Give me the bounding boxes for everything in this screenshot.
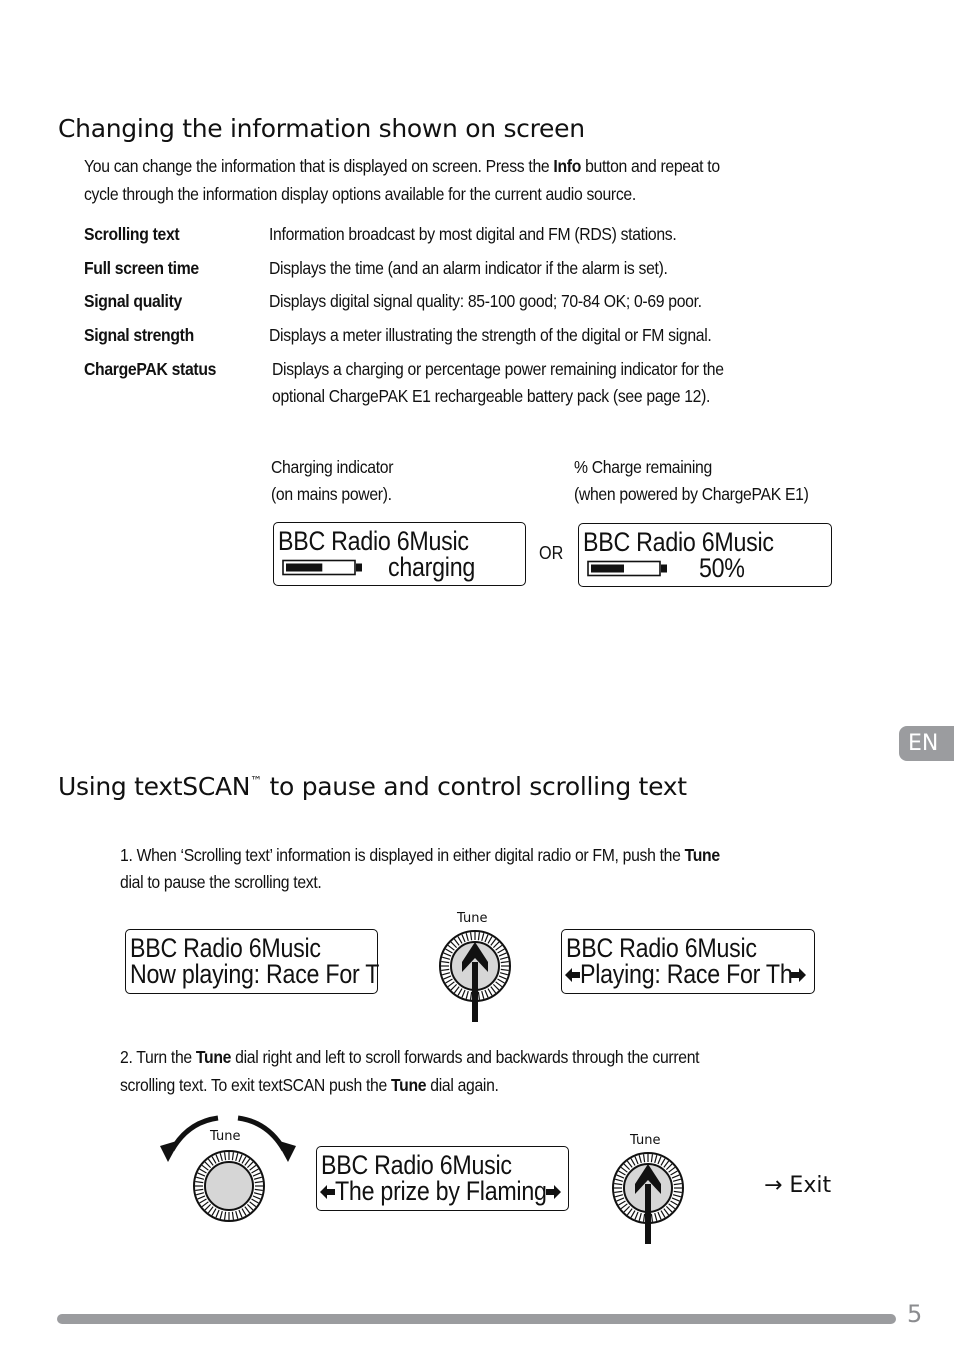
- info-button-ref: Info: [553, 156, 582, 176]
- lcd-line-2: The prize by Flaming: [335, 1176, 547, 1206]
- charging-caption-1: Charging indicator: [271, 457, 394, 477]
- option-desc-full-screen-time: Displays the time (and an alarm indicato…: [269, 258, 668, 278]
- lcd-line-1: BBC Radio 6Music: [583, 527, 774, 557]
- section-title-textscan: Using textSCAN™ to pause and control scr…: [58, 772, 687, 801]
- option-term-chargepak-status: ChargePAK status: [84, 359, 217, 379]
- scroll-right-arrow-icon: [546, 1185, 561, 1199]
- battery-icon: [587, 560, 667, 577]
- option-desc-signal-strength: Displays a meter illustrating the streng…: [269, 325, 712, 345]
- language-tab-en: EN: [899, 726, 954, 761]
- step-text: 2. Turn the: [120, 1047, 196, 1067]
- lcd-display-textscan: BBC Radio 6Music The prize by Flaming: [316, 1146, 569, 1211]
- tune-dial-push-icon: [439, 930, 511, 1022]
- option-term-signal-quality: Signal quality: [84, 291, 182, 311]
- battery-icon: [282, 559, 362, 576]
- lcd-display-scrolling: BBC Radio 6Music Now playing: Race For T: [125, 929, 380, 994]
- trademark-symbol: ™: [250, 774, 262, 788]
- intro-text-cont: button and repeat to: [581, 156, 720, 176]
- option-term-full-screen-time: Full screen time: [84, 258, 199, 278]
- option-desc-chargepak-status-2: optional ChargePAK E1 rechargeable batte…: [272, 386, 711, 406]
- option-desc-scrolling-text: Information broadcast by most digital an…: [269, 224, 677, 244]
- charging-caption-2: (on mains power).: [271, 484, 392, 504]
- battery-level-fill: [286, 563, 323, 572]
- or-label: OR: [539, 543, 564, 563]
- lcd-display-charging: BBC Radio 6Music charging: [273, 522, 526, 586]
- option-desc-signal-quality: Displays digital signal quality: 85-100 …: [269, 291, 702, 311]
- lcd-display-paused: BBC Radio 6Music Playing: Race For Th: [561, 929, 815, 994]
- remaining-caption-1: % Charge remaining: [574, 457, 712, 477]
- lcd-line-1: BBC Radio 6Music: [566, 933, 757, 963]
- lcd-line-2-charging: charging: [388, 552, 476, 582]
- lcd-line-1: BBC Radio 6Music: [278, 526, 469, 556]
- tune-label: Tune: [457, 911, 488, 926]
- lcd-display-percent: BBC Radio 6Music 50%: [578, 523, 832, 587]
- tune-label: Tune: [630, 1133, 661, 1148]
- intro-line-1: You can change the information that is d…: [84, 152, 720, 180]
- tune-ref: Tune: [390, 1075, 427, 1095]
- step-text: 1. When ‘Scrolling text’ information is …: [120, 845, 685, 865]
- tune-ref: Tune: [195, 1047, 232, 1067]
- tune-ref: Tune: [684, 845, 721, 865]
- option-term-signal-strength: Signal strength: [84, 325, 194, 345]
- exit-label: → Exit: [764, 1173, 832, 1198]
- lcd-line-2: Now playing: Race For T: [130, 959, 380, 989]
- intro-line-2: cycle through the information display op…: [84, 184, 636, 204]
- option-term-scrolling-text: Scrolling text: [84, 224, 180, 244]
- scroll-left-arrow-icon: [320, 1185, 335, 1199]
- intro-text: You can change the information that is d…: [84, 156, 554, 176]
- tune-dial-push-icon: [612, 1152, 684, 1244]
- section-title-changing-info: Changing the information shown on screen: [58, 114, 585, 143]
- lcd-line-1: BBC Radio 6Music: [321, 1150, 512, 1180]
- step-2-line-1: 2. Turn the Tune dial right and left to …: [120, 1043, 700, 1071]
- title-part: Using textSCAN: [58, 772, 251, 801]
- step-text: dial again.: [426, 1075, 499, 1095]
- lcd-line-2-percent: 50%: [699, 553, 745, 583]
- option-desc-chargepak-status: Displays a charging or percentage power …: [272, 359, 724, 379]
- push-arrow-shaft: [472, 962, 478, 1022]
- lcd-line-1: BBC Radio 6Music: [130, 933, 321, 963]
- step-1-line-2: dial to pause the scrolling text.: [120, 872, 322, 892]
- step-text: scrolling text. To exit textSCAN push th…: [120, 1075, 391, 1095]
- lcd-line-2: Playing: Race For Th: [580, 959, 793, 989]
- scroll-left-arrow-icon: [565, 968, 580, 982]
- remaining-caption-2: (when powered by ChargePAK E1): [574, 484, 809, 504]
- step-text: dial right and left to scroll forwards a…: [231, 1047, 700, 1067]
- page-number: 5: [907, 1300, 923, 1328]
- title-part: to pause and control scrolling text: [261, 772, 687, 801]
- battery-level-fill: [591, 564, 624, 573]
- footer-bar: [57, 1314, 896, 1324]
- step-1-line-1: 1. When ‘Scrolling text’ information is …: [120, 841, 720, 869]
- tune-dial-icon: [193, 1150, 265, 1222]
- step-2-line-2: scrolling text. To exit textSCAN push th…: [120, 1071, 499, 1099]
- scroll-right-arrow-icon: [791, 968, 806, 982]
- push-arrow-shaft: [645, 1184, 651, 1244]
